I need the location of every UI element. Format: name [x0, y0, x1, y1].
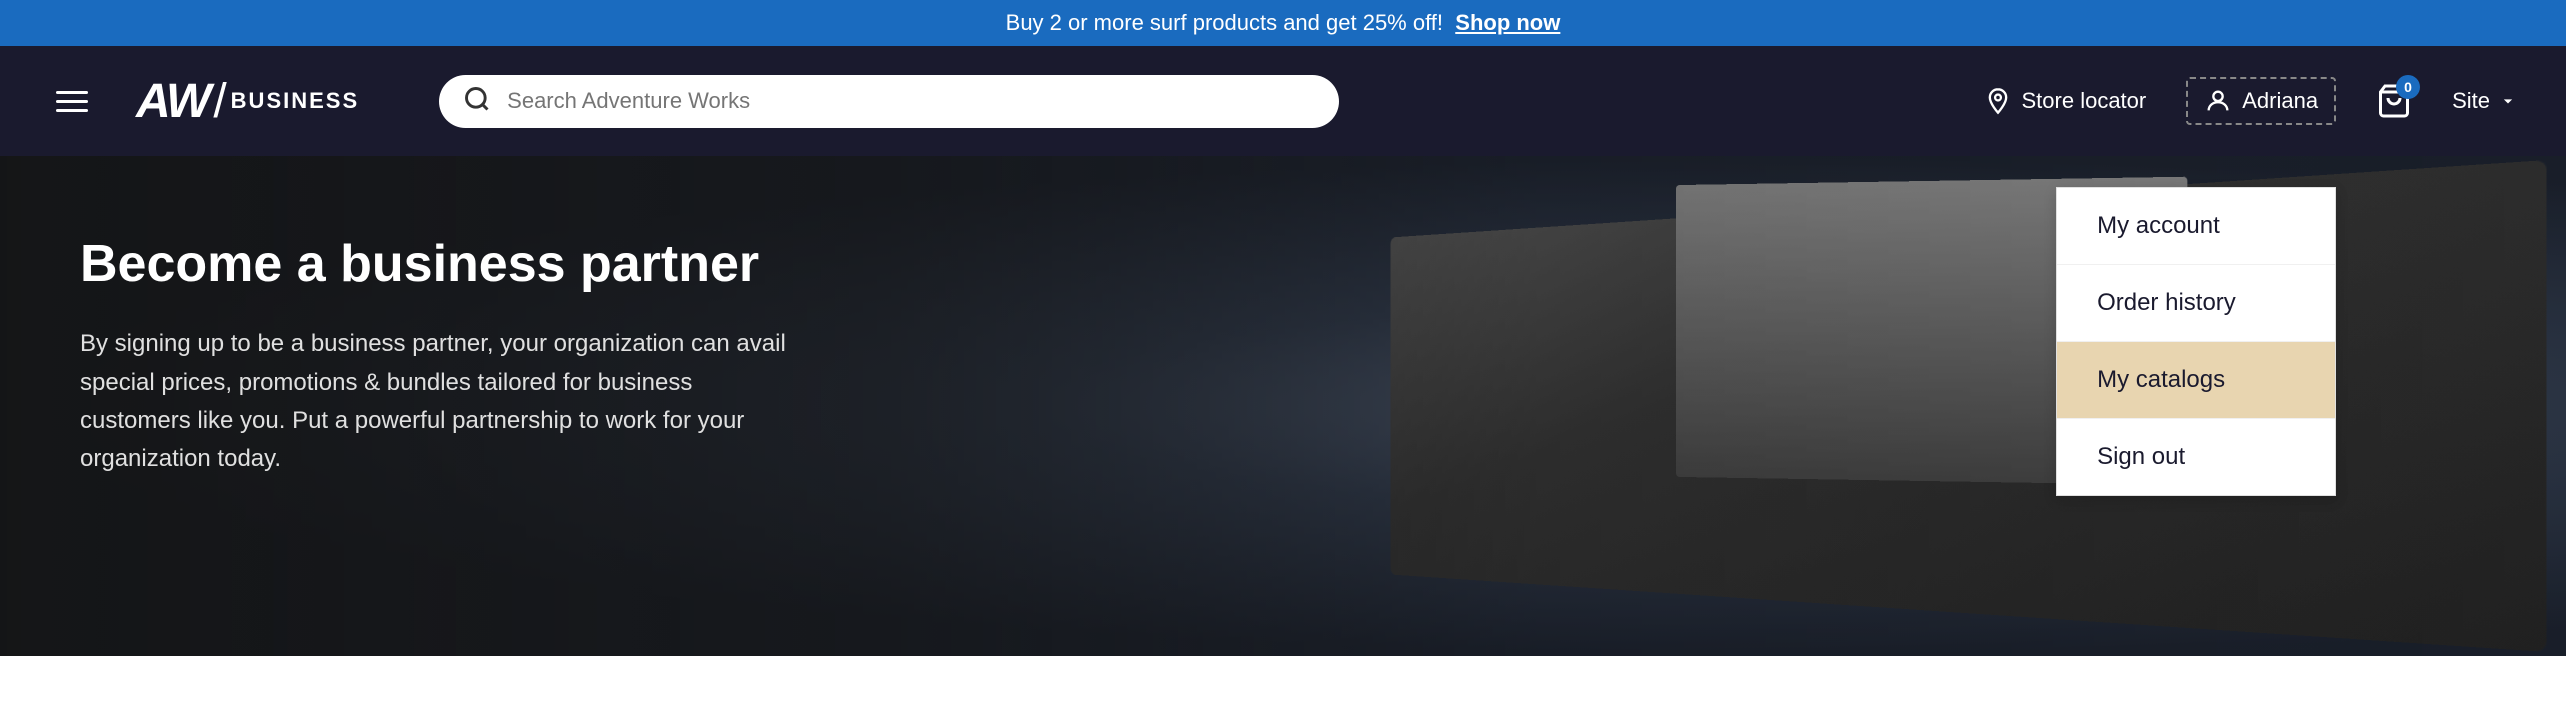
- promo-text: Buy 2 or more surf products and get 25% …: [1006, 10, 1443, 35]
- store-locator-button[interactable]: Store locator: [1984, 87, 2147, 115]
- promo-banner: Buy 2 or more surf products and get 25% …: [0, 0, 2566, 46]
- dropdown-item-sign-out[interactable]: Sign out: [2057, 419, 2335, 495]
- user-dropdown-menu: My account Order history My catalogs Sig…: [2056, 187, 2336, 496]
- user-icon: [2204, 87, 2232, 115]
- store-locator-label: Store locator: [2022, 88, 2147, 114]
- search-icon: [463, 85, 491, 118]
- dropdown-item-order-history[interactable]: Order history: [2057, 265, 2335, 342]
- user-name-label: Adriana: [2242, 88, 2318, 114]
- dropdown-item-my-account[interactable]: My account: [2057, 188, 2335, 265]
- dropdown-item-my-catalogs[interactable]: My catalogs: [2057, 342, 2335, 419]
- logo-aw-text: AW: [136, 74, 209, 129]
- search-input[interactable]: [507, 88, 1315, 114]
- location-icon: [1984, 87, 2012, 115]
- user-menu-trigger[interactable]: Adriana: [2186, 77, 2336, 125]
- hero-title: Become a business partner: [80, 236, 820, 293]
- logo-business-text: BUSINESS: [231, 88, 359, 114]
- header: AW / BUSINESS Store locator: [0, 46, 2566, 156]
- search-bar: [439, 75, 1339, 128]
- site-selector[interactable]: Site: [2452, 88, 2518, 114]
- cart-count-badge: 0: [2396, 75, 2420, 99]
- logo-slash: /: [213, 74, 226, 129]
- hero-description: By signing up to be a business partner, …: [80, 325, 800, 479]
- user-menu-wrapper: Adriana My account Order history My cata…: [2186, 77, 2336, 125]
- logo[interactable]: AW / BUSINESS: [136, 74, 359, 129]
- search-container: [439, 75, 1339, 128]
- chevron-down-icon: [2498, 91, 2518, 111]
- hero-content: Become a business partner By signing up …: [0, 156, 900, 559]
- cart-button[interactable]: 0: [2376, 83, 2412, 119]
- promo-link[interactable]: Shop now: [1455, 10, 1560, 35]
- site-label: Site: [2452, 88, 2490, 114]
- hamburger-menu[interactable]: [48, 83, 96, 120]
- header-actions: Store locator Adriana My account Order h…: [1984, 77, 2519, 125]
